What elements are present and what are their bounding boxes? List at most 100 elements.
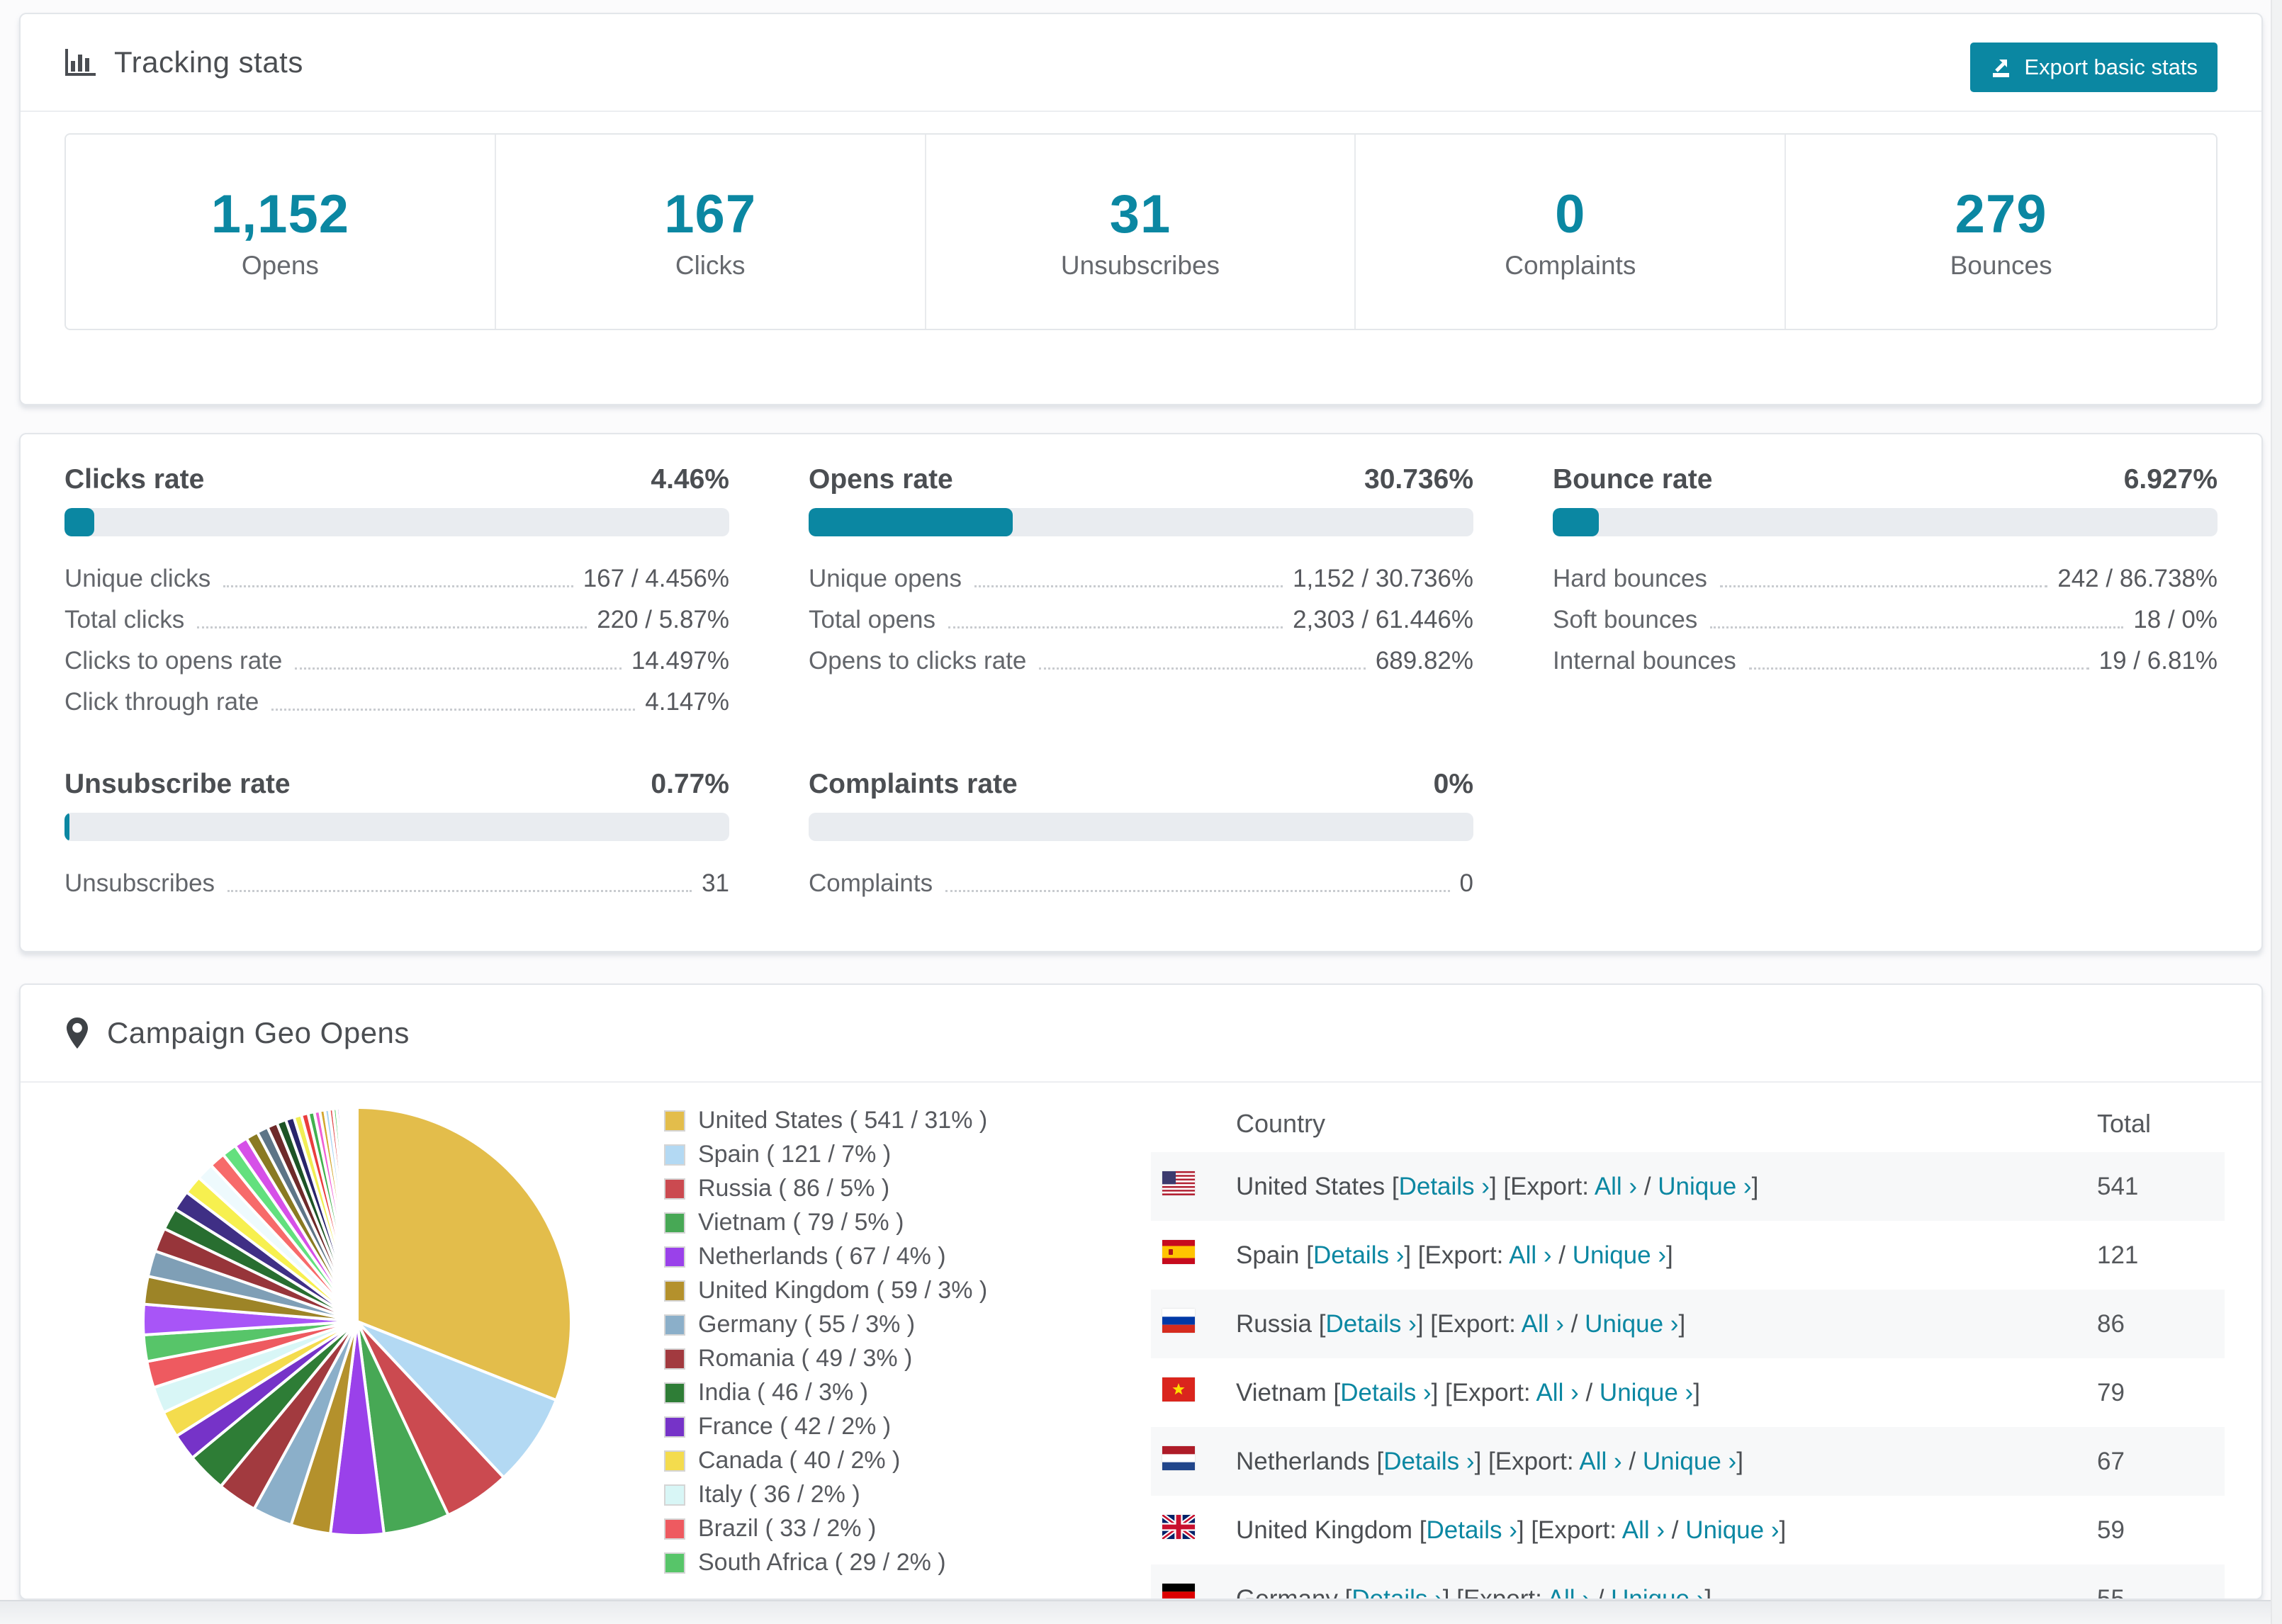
details-link-netherlands[interactable]: Details › [1383, 1448, 1474, 1475]
legend-label-united-kingdom: United Kingdom ( 59 / 3% ) [698, 1277, 988, 1304]
export-all-link-vietnam[interactable]: All › [1536, 1379, 1578, 1406]
export-all-link-netherlands[interactable]: All › [1579, 1448, 1621, 1475]
country-total-russia: 86 [2097, 1309, 2125, 1338]
legend-label-france: France ( 42 / 2% ) [698, 1413, 892, 1440]
legend-swatch-france [664, 1416, 685, 1438]
bracket-text: ] [Export: [1404, 1241, 1510, 1269]
rate-row-value: 689.82% [1375, 647, 1473, 675]
legend-label-russia: Russia ( 86 / 5% ) [698, 1175, 890, 1202]
export-unique-link-netherlands[interactable]: Unique › [1643, 1448, 1736, 1475]
rate-row-soft-bounces: Soft bounces 18 / 0% [1553, 606, 2218, 636]
legend-swatch-india [664, 1382, 685, 1404]
country-name: United Kingdom [1236, 1516, 1413, 1544]
legend-swatch-south-africa [664, 1552, 685, 1574]
campaign-stats-page: Tracking stats Export basic stats 1,152 O… [0, 0, 2282, 1624]
rate-card-clicks: Clicks rate 4.46% Unique clicks 167 / 4.456… [64, 464, 729, 718]
legend-label-brazil: Brazil ( 33 / 2% ) [698, 1515, 877, 1542]
rate-rows-clicks: Unique clicks 167 / 4.456% Total clicks 220… [64, 565, 729, 718]
rates-grid: Clicks rate 4.46% Unique clicks 167 / 4.456… [21, 434, 2261, 929]
details-link-united-kingdom[interactable]: Details › [1427, 1516, 1517, 1544]
flag-nl-icon [1162, 1446, 1195, 1477]
country-total-spain: 121 [2097, 1241, 2139, 1269]
bracket-text: ] [1693, 1378, 1700, 1406]
country-cell: Spain [Details ›] [Export: All › / Uniqu… [1236, 1241, 2097, 1270]
opens-rate-progressbar-fill [809, 508, 1013, 536]
legend-label-romania: Romania ( 49 / 3% ) [698, 1345, 913, 1372]
rate-rows-complaints: Complaints 0 [809, 869, 1473, 899]
rate-card-head-bounce: Bounce rate 6.927% [1553, 464, 2218, 495]
legend-item-spain: Spain ( 121 / 7% ) [664, 1141, 1050, 1168]
rate-card-opens: Opens rate 30.736% Unique opens 1,152 / 30.… [809, 464, 1473, 718]
rate-row-value: 31 [702, 869, 729, 897]
bracket-text: ] [Export: [1517, 1516, 1622, 1544]
details-link-spain[interactable]: Details › [1313, 1241, 1404, 1269]
export-unique-link-germany[interactable]: Unique › [1611, 1585, 1704, 1599]
legend-item-romania: Romania ( 49 / 3% ) [664, 1345, 1050, 1372]
export-unique-link-united-states[interactable]: Unique › [1658, 1173, 1751, 1200]
rate-row-hard-bounces: Hard bounces 242 / 86.738% [1553, 565, 2218, 594]
legend-swatch-united-states [664, 1110, 685, 1132]
legend-swatch-united-kingdom [664, 1280, 685, 1302]
legend-label-spain: Spain ( 121 / 7% ) [698, 1141, 892, 1168]
tracking-stats-panel: Tracking stats Export basic stats 1,152 O… [19, 13, 2263, 405]
bracket-text: ] [Export: [1489, 1172, 1595, 1200]
flag-cell [1151, 1377, 1236, 1408]
legend-item-russia: Russia ( 86 / 5% ) [664, 1175, 1050, 1202]
scrollbar[interactable] [2271, 0, 2282, 1624]
legend-swatch-italy [664, 1484, 685, 1506]
export-unique-link-united-kingdom[interactable]: Unique › [1685, 1516, 1779, 1544]
rate-row-label: Unsubscribes [64, 869, 215, 897]
legend-item-united-kingdom: United Kingdom ( 59 / 3% ) [664, 1277, 1050, 1304]
rate-row-label: Hard bounces [1553, 565, 1707, 592]
details-link-russia[interactable]: Details › [1325, 1310, 1416, 1338]
rate-title-clicks: Clicks rate [64, 464, 205, 495]
geo-table-row-spain: Spain [Details ›] [Export: All › / Uniqu… [1151, 1221, 2225, 1290]
flag-cell [1151, 1513, 1236, 1545]
dotted-leader [227, 890, 692, 892]
export-all-link-germany[interactable]: All › [1548, 1585, 1590, 1599]
rate-row-internal-bounces: Internal bounces 19 / 6.81% [1553, 647, 2218, 677]
rate-card-head-complaints: Complaints rate 0% [809, 769, 1473, 800]
rate-pct-bounce: 6.927% [2123, 464, 2218, 495]
legend-swatch-brazil [664, 1518, 685, 1540]
stat-label-bounces: Bounces [1950, 250, 2052, 280]
geo-opens-table: Country Total United States [Details ›] … [1151, 1095, 2225, 1600]
rate-row-value: 220 / 5.87% [597, 606, 729, 633]
legend-item-vietnam: Vietnam ( 79 / 5% ) [664, 1209, 1050, 1236]
stat-unsubscribes: 31 Unsubscribes [926, 135, 1356, 329]
flag-cell [1151, 1240, 1236, 1270]
geo-table-row-germany: Germany [Details ›] [Export: All › / Uni… [1151, 1564, 2225, 1600]
bracket-text: / [1590, 1584, 1612, 1600]
bracket-text: ] [1665, 1241, 1673, 1269]
export-all-link-russia[interactable]: All › [1522, 1310, 1564, 1338]
legend-swatch-russia [664, 1178, 685, 1200]
rate-card-unsubscribe: Unsubscribe rate 0.77% Unsubscribes 31 [64, 769, 729, 899]
legend-label-netherlands: Netherlands ( 67 / 4% ) [698, 1243, 946, 1270]
bracket-text: ] [1751, 1172, 1759, 1200]
details-link-germany[interactable]: Details › [1351, 1585, 1442, 1599]
rate-row-complaints: Complaints 0 [809, 869, 1473, 899]
rate-row-total-clicks: Total clicks 220 / 5.87% [64, 606, 729, 636]
export-all-link-united-kingdom[interactable]: All › [1622, 1516, 1665, 1544]
export-all-link-united-states[interactable]: All › [1595, 1173, 1637, 1200]
bracket-text: ] [1779, 1516, 1787, 1544]
export-all-link-spain[interactable]: All › [1509, 1241, 1551, 1269]
country-name: United States [1236, 1172, 1386, 1200]
details-link-vietnam[interactable]: Details › [1340, 1379, 1431, 1406]
flag-gb-icon [1160, 1513, 1197, 1545]
legend-item-france: France ( 42 / 2% ) [664, 1413, 1050, 1440]
tracking-stats-title: Tracking stats [114, 45, 303, 79]
details-link-united-states[interactable]: Details › [1399, 1173, 1490, 1200]
rate-pct-unsubscribe: 0.77% [651, 769, 729, 799]
rate-row-label: Unique opens [809, 565, 962, 592]
rate-rows-unsubscribe: Unsubscribes 31 [64, 869, 729, 899]
page-bottom-strip [0, 1600, 2282, 1624]
rate-card-complaints: Complaints rate 0% Complaints 0 [809, 769, 1473, 899]
bracket-text: [ [1299, 1241, 1313, 1269]
export-basic-stats-button[interactable]: Export basic stats [1970, 43, 2218, 92]
export-unique-link-spain[interactable]: Unique › [1573, 1241, 1666, 1269]
export-unique-link-russia[interactable]: Unique › [1585, 1310, 1678, 1338]
geo-opens-body: United States ( 541 / 31% ) Spain ( 121 /… [21, 1083, 2261, 1600]
export-unique-link-vietnam[interactable]: Unique › [1600, 1379, 1693, 1406]
geo-table-row-vietnam: Vietnam [Details ›] [Export: All › / Uni… [1151, 1358, 2225, 1427]
